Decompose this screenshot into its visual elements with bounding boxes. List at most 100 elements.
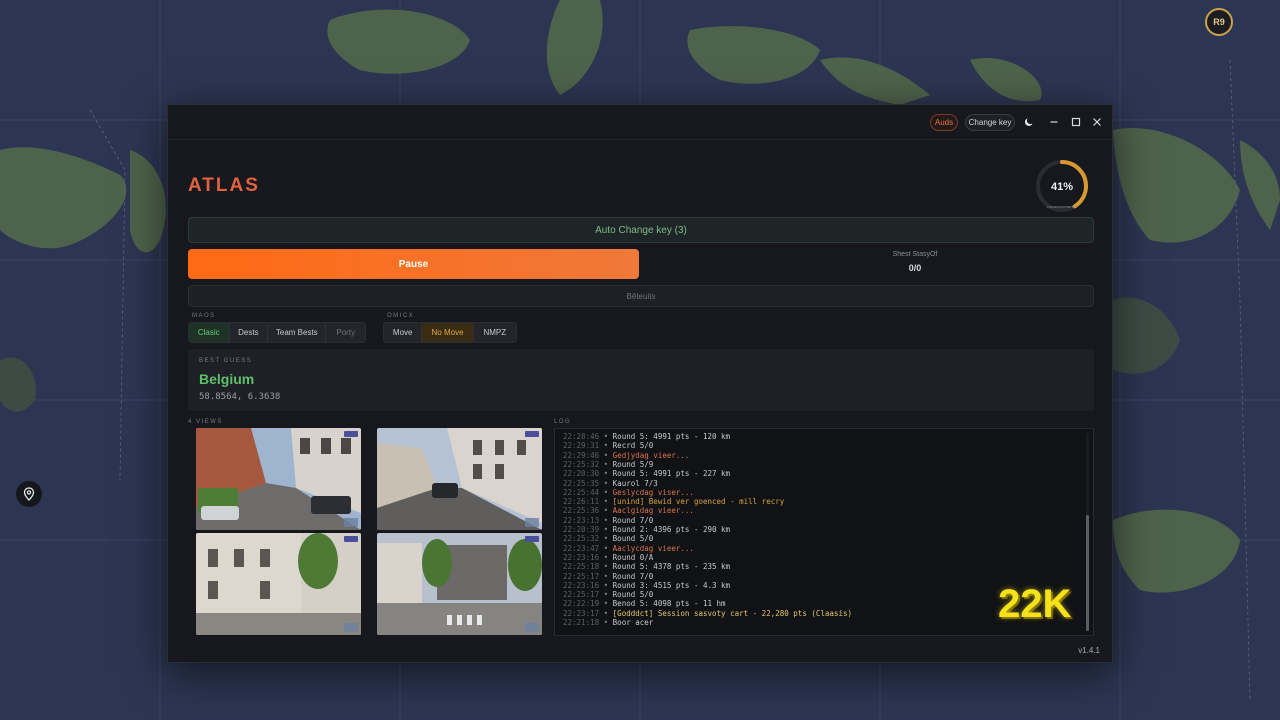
log-text: Round 5: 4378 pts - 235 km (612, 562, 731, 572)
log-timestamp: 22:25:17 (563, 571, 600, 581)
log-bullet: • (599, 580, 613, 590)
log-timestamp: 22:21:18 (563, 618, 600, 627)
minimize-button[interactable] (1047, 115, 1061, 129)
street-scene (377, 533, 542, 635)
log-bullet: • (599, 478, 613, 488)
auto-change-key-button[interactable]: Auto Change key (3) (188, 217, 1094, 243)
log-text: Boor acer (612, 618, 654, 627)
street-view-1[interactable] (196, 428, 361, 530)
log-timestamp: 22:23:16 (563, 552, 600, 562)
log-line: 22:23:16 • Round 3: 4515 pts - 4.3 km (563, 581, 730, 590)
log-timestamp: 22:29:46 (563, 450, 600, 460)
mode-team-bests[interactable]: Team Bests (268, 323, 327, 342)
log-timestamp: 22:20:30 (563, 469, 600, 479)
log-timestamp: 22:23:47 (563, 543, 600, 553)
compass-icon (525, 518, 539, 527)
log-timestamp: 22:23:13 (563, 515, 600, 525)
log-bullet: • (599, 590, 613, 600)
log-bullet: • (599, 497, 613, 507)
street-scene (196, 533, 361, 635)
log-timestamp: 22:25:18 (563, 562, 600, 572)
log-bullet: • (599, 469, 613, 479)
log-line: 22:25:17 • Round 5/0 (563, 590, 653, 599)
movement-move[interactable]: Move (384, 323, 423, 342)
version-label: v1.4.1 (1078, 646, 1100, 655)
moon-icon (1024, 118, 1033, 126)
log-timestamp: 22:29:31 (563, 441, 600, 451)
log-timestamp: 22:25:35 (563, 478, 600, 488)
log-timestamp: 22:25:32 (563, 534, 600, 544)
theme-toggle-button[interactable] (1022, 115, 1036, 129)
mode-classic[interactable]: Clasic (189, 323, 230, 342)
best-guess-panel: BEST GUESS Belgium 58.8564, 6.3638 (188, 349, 1094, 411)
pause-button[interactable]: Pause (188, 249, 639, 279)
log-timestamp: 22:25:44 (563, 487, 600, 497)
log-text: Round 5/0 (612, 590, 654, 600)
location-pin-button[interactable] (16, 481, 42, 507)
street-view-4[interactable] (377, 533, 542, 635)
log-line: 22:25:35 • Kaurol 7/3 (563, 479, 658, 488)
log-timestamp: 22:22:19 (563, 599, 600, 609)
log-bullet: • (599, 459, 613, 469)
log-bullet: • (599, 571, 613, 581)
gauge-caption: ᴛʀᴀᴄᴋᴘᴏɪɴᴛᴍᴇᴛʀᴇ (1046, 204, 1078, 209)
log-text: Round 5/9 (612, 459, 654, 469)
log-timestamp: 22:28:46 (563, 432, 600, 441)
log-bullet: • (599, 599, 613, 609)
results-button[interactable]: Bêteuits (188, 285, 1094, 307)
best-guess-label: BEST GUESS (199, 358, 253, 364)
log-line: 22:25:44 • Geslycdag viser... (563, 488, 694, 497)
maximize-icon (1071, 117, 1081, 127)
mode-dests[interactable]: Dests (229, 323, 269, 342)
log-line: 22:29:31 • Recrd 5/0 (563, 441, 653, 450)
badge-icon (344, 536, 358, 542)
close-button[interactable] (1090, 115, 1104, 129)
log-text: Round 7/0 (612, 515, 654, 525)
log-bullet: • (599, 543, 613, 553)
log-bullet: • (599, 515, 613, 525)
badge-icon (525, 536, 539, 542)
log-bullet: • (599, 450, 613, 460)
log-text: Geslycdag viser... (612, 487, 694, 497)
log-line: 22:23:13 • Round 7/0 (563, 516, 653, 525)
atlas-window: Auds Change key ATLAS 41% ᴛʀᴀᴄᴋᴘᴏɪɴᴛᴍᴇᴛʀ… (167, 104, 1113, 663)
log-bullet: • (599, 441, 613, 451)
movement-no-move[interactable]: No Move (422, 323, 474, 342)
log-line: 22:25:32 • Round 5/9 (563, 460, 653, 469)
score-overlay: 22K (998, 582, 1072, 626)
log-bullet: • (599, 432, 613, 441)
log-timestamp: 22:25:17 (563, 590, 600, 600)
badge-icon (344, 431, 358, 437)
sheet-status-value: 0/0 (908, 263, 922, 273)
log-text: Bound 5/0 (612, 534, 654, 544)
street-scene (377, 428, 542, 530)
log-line: 22:28:46 • Round 5: 4991 pts - 120 km (563, 432, 730, 441)
movement-nmpz[interactable]: NMPZ (473, 323, 516, 342)
street-view-3[interactable] (196, 533, 361, 635)
maximize-button[interactable] (1069, 115, 1083, 129)
change-key-button[interactable]: Change key (965, 114, 1015, 131)
compass-icon (344, 623, 358, 632)
close-icon (1093, 118, 1101, 126)
log-line: 22:29:46 • Gedjydag vieer... (563, 451, 689, 460)
log-line: 22:22:19 • Benod 5: 4098 pts - 11 hm (563, 599, 726, 608)
log-line: 22:23:47 • Aaclycdag vieer... (563, 544, 694, 553)
log-scrollbar-thumb[interactable] (1086, 515, 1089, 631)
street-view-2[interactable] (377, 428, 542, 530)
movement-selector: Move No Move NMPZ (383, 322, 517, 343)
gauge-value: 41% (1051, 181, 1073, 193)
minimize-icon (1050, 121, 1058, 123)
user-avatar[interactable]: R9 (1205, 8, 1233, 36)
log-text: Round 2: 4396 pts - 290 km (612, 525, 731, 534)
log-bullet: • (599, 562, 613, 572)
log-timestamp: 22:20:39 (563, 525, 600, 534)
log-line: 22:25:32 • Bound 5/0 (563, 534, 653, 543)
log-timestamp: 22:26:11 (563, 497, 600, 507)
best-guess-country: Belgium (199, 371, 255, 387)
log-text: Benod 5: 4098 pts - 11 hm (612, 599, 726, 609)
log-text: Gedjydag vieer... (612, 450, 690, 460)
mode-porty[interactable]: Porty (326, 323, 365, 342)
auds-button[interactable]: Auds (930, 114, 958, 131)
map-pin-icon (23, 487, 35, 501)
log-bullet: • (599, 534, 613, 544)
